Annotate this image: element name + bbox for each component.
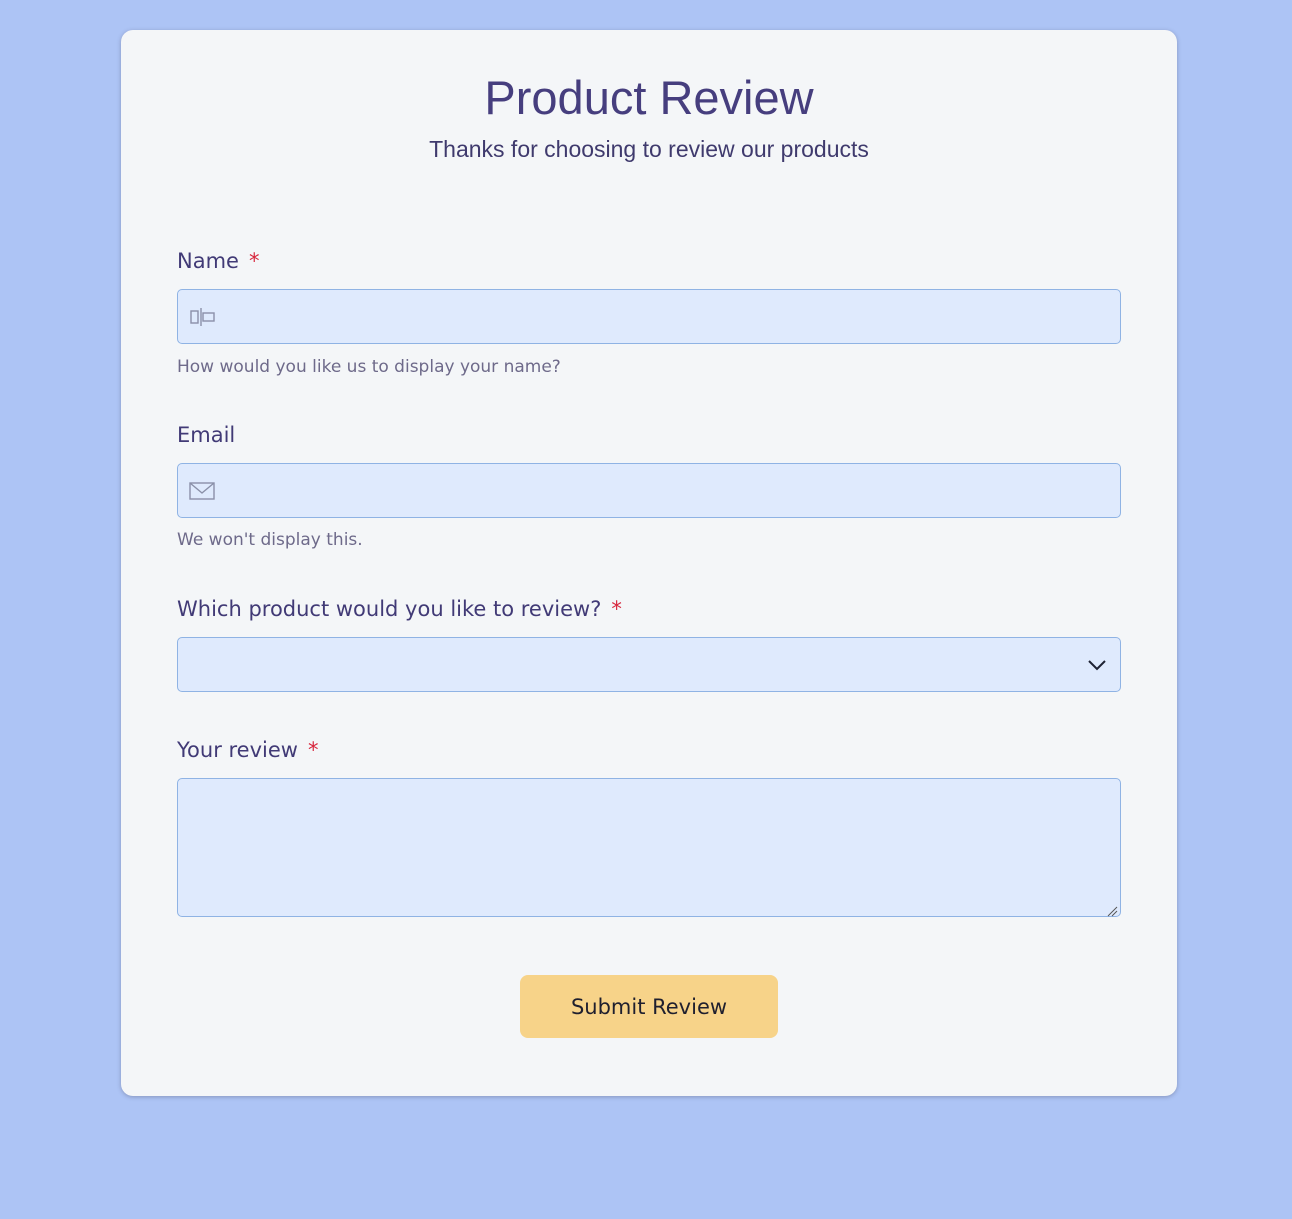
required-marker: * (611, 597, 622, 621)
review-label: Your review * (177, 736, 318, 764)
review-textarea[interactable] (178, 779, 1120, 916)
email-help-text: We won't display this. (177, 530, 363, 550)
chevron-down-icon[interactable] (1086, 656, 1108, 674)
review-field[interactable] (177, 778, 1121, 917)
email-input[interactable] (178, 464, 1120, 517)
review-label-text: Your review (177, 738, 298, 762)
name-input[interactable] (178, 290, 1120, 343)
name-label-text: Name (177, 249, 239, 273)
required-marker: * (307, 738, 319, 762)
email-label-text: Email (177, 423, 236, 447)
name-label: Name * (177, 247, 259, 275)
email-field[interactable] (177, 463, 1121, 518)
email-label: Email (177, 421, 235, 449)
name-field[interactable] (177, 289, 1121, 344)
form-title: Product Review (484, 71, 814, 124)
form-subtitle: Thanks for choosing to review our produc… (429, 136, 869, 162)
product-select[interactable] (177, 637, 1121, 692)
name-help-text: How would you like us to display your na… (177, 357, 561, 377)
submit-review-button[interactable]: Submit Review (520, 975, 778, 1038)
resize-handle-icon[interactable] (1106, 902, 1118, 917)
product-label: Which product would you like to review? * (177, 595, 622, 623)
required-marker: * (248, 249, 260, 273)
review-form-card: Product Review Thanks for choosing to re… (121, 30, 1177, 1096)
product-label-text: Which product would you like to review? (177, 597, 602, 621)
